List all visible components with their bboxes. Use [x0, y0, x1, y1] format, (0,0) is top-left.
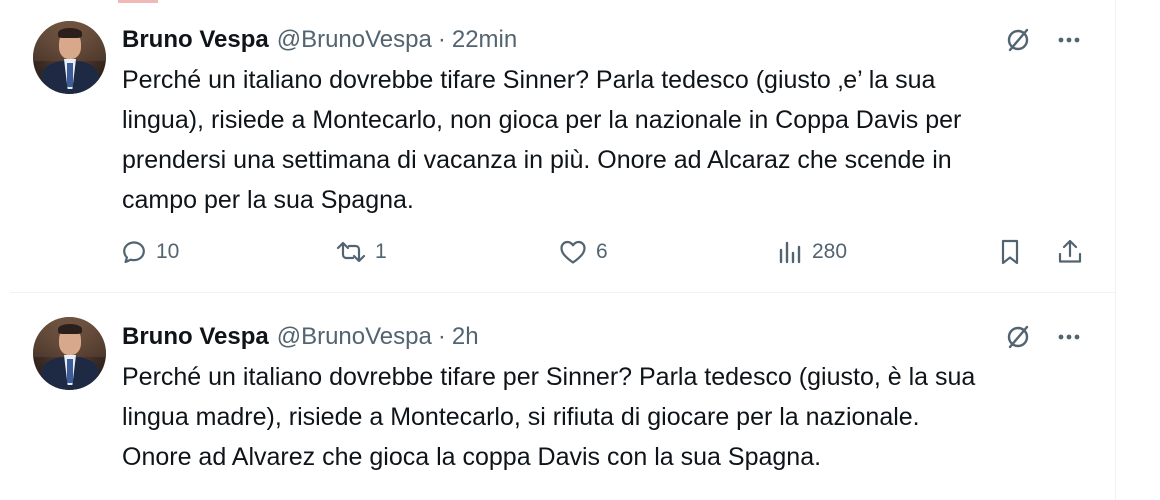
author-handle[interactable]: @BrunoVespa [277, 323, 432, 351]
header-separator: · [437, 26, 446, 53]
author-handle[interactable]: @BrunoVespa [277, 26, 432, 54]
like-button[interactable]: 6 [558, 232, 608, 272]
more-icon[interactable] [1054, 25, 1084, 55]
avatar[interactable] [33, 21, 106, 94]
tweet-header: Bruno Vespa @BrunoVespa · 2h [122, 322, 479, 352]
tweet-actions: 10 1 6 280 [120, 232, 1090, 272]
share-button[interactable] [1055, 232, 1085, 272]
author-display-name[interactable]: Bruno Vespa [122, 323, 269, 351]
repost-icon [335, 238, 367, 266]
column-border [1115, 0, 1116, 500]
like-count: 6 [596, 240, 608, 263]
reply-button[interactable]: 10 [120, 232, 179, 272]
timeline: Bruno Vespa @BrunoVespa · 22min Perché u… [0, 0, 1160, 500]
avatar[interactable] [33, 317, 106, 390]
tweet[interactable]: Bruno Vespa @BrunoVespa · 22min Perché u… [0, 0, 1115, 292]
reply-icon [120, 238, 148, 266]
tweet-text: Perché un italiano dovrebbe tifare Sinne… [122, 66, 962, 214]
reply-count: 10 [156, 240, 180, 263]
grok-icon[interactable] [1003, 25, 1033, 55]
views-count: 280 [812, 240, 848, 263]
tweet[interactable]: Bruno Vespa @BrunoVespa · 2h Perché un i… [0, 293, 1115, 500]
views-button[interactable]: 280 [776, 232, 847, 272]
header-separator: · [437, 323, 446, 350]
share-icon [1055, 237, 1085, 267]
tweet-header: Bruno Vespa @BrunoVespa · 22min [122, 25, 517, 55]
analytics-icon [776, 238, 804, 266]
bookmark-icon [996, 237, 1024, 267]
timestamp[interactable]: 2h [452, 323, 479, 351]
grok-icon[interactable] [1003, 322, 1033, 352]
heart-icon [558, 238, 588, 266]
more-icon[interactable] [1054, 322, 1084, 352]
author-display-name[interactable]: Bruno Vespa [122, 26, 269, 54]
repost-button[interactable]: 1 [335, 232, 387, 272]
repost-count: 1 [375, 240, 387, 263]
bookmark-button[interactable] [996, 232, 1024, 272]
tweet-text: Perché un italiano dovrebbe tifare per S… [122, 363, 976, 471]
timestamp[interactable]: 22min [452, 26, 517, 54]
